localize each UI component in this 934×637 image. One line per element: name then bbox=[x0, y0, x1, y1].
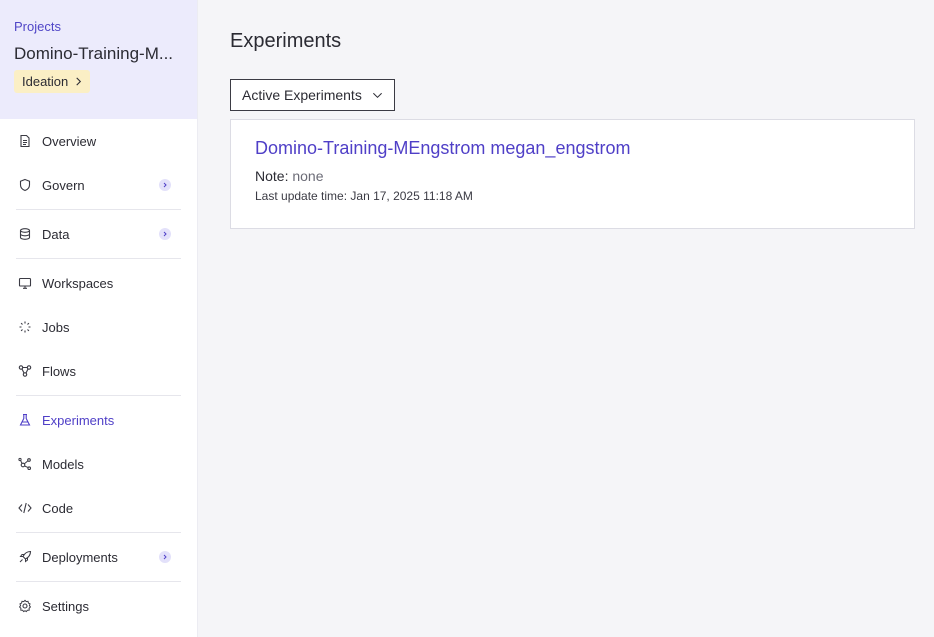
page-title: Experiments bbox=[230, 30, 342, 52]
sidebar-item-label: Models bbox=[42, 456, 84, 472]
nav-divider bbox=[16, 581, 181, 582]
sidebar-item-label: Jobs bbox=[42, 319, 70, 335]
chevron-right-icon bbox=[76, 77, 82, 86]
rocket-icon bbox=[18, 550, 32, 564]
sidebar-item-deployments[interactable]: Deployments bbox=[0, 535, 197, 579]
sidebar: Projects Domino-Training-M... Ideation O… bbox=[0, 0, 198, 637]
chevron-down-icon bbox=[372, 92, 382, 98]
model-icon bbox=[18, 457, 32, 471]
sidebar-item-jobs[interactable]: Jobs bbox=[0, 305, 197, 349]
note-label: Note: bbox=[255, 168, 289, 184]
project-header: Projects Domino-Training-M... Ideation bbox=[0, 0, 197, 119]
expand-chevron-icon[interactable] bbox=[159, 551, 171, 563]
sidebar-item-govern[interactable]: Govern bbox=[0, 163, 197, 207]
experiment-filter-dropdown[interactable]: Active Experiments bbox=[230, 79, 395, 111]
expand-chevron-icon[interactable] bbox=[159, 228, 171, 240]
experiment-note: Note: none bbox=[255, 168, 890, 184]
sidebar-item-label: Flows bbox=[42, 363, 76, 379]
shield-icon bbox=[18, 178, 32, 192]
code-icon bbox=[18, 501, 32, 515]
app-window: Projects Domino-Training-M... Ideation O… bbox=[0, 0, 934, 637]
filter-selected-value: Active Experiments bbox=[242, 87, 362, 103]
sidebar-item-label: Govern bbox=[42, 177, 85, 193]
sidebar-item-settings[interactable]: Settings bbox=[0, 584, 197, 628]
sidebar-item-data[interactable]: Data bbox=[0, 212, 197, 256]
sidebar-item-code[interactable]: Code bbox=[0, 486, 197, 530]
sidebar-nav: Overview Govern Data Workspaces Jobs Flo… bbox=[0, 119, 197, 628]
main-content: Experiments Active Experiments Domino-Tr… bbox=[198, 0, 934, 637]
database-icon bbox=[18, 227, 32, 241]
sidebar-item-flows[interactable]: Flows bbox=[0, 349, 197, 393]
gear-icon bbox=[18, 599, 32, 613]
projects-link[interactable]: Projects bbox=[14, 19, 183, 34]
last-update-time: Last update time: Jan 17, 2025 11:18 AM bbox=[255, 189, 473, 203]
sidebar-item-label: Code bbox=[42, 500, 74, 516]
document-icon bbox=[18, 134, 32, 148]
sidebar-item-label: Experiments bbox=[42, 412, 115, 428]
nav-divider bbox=[16, 395, 181, 396]
sidebar-item-overview[interactable]: Overview bbox=[0, 119, 197, 163]
experiment-title-link[interactable]: Domino-Training-MEngstrom megan_engstrom bbox=[255, 138, 890, 159]
stage-badge[interactable]: Ideation bbox=[14, 70, 91, 93]
nav-divider bbox=[16, 258, 181, 259]
stage-label: Ideation bbox=[22, 74, 69, 89]
sidebar-item-experiments[interactable]: Experiments bbox=[0, 398, 197, 442]
sidebar-item-label: Deployments bbox=[42, 549, 118, 565]
flask-icon bbox=[18, 413, 32, 427]
sidebar-item-workspaces[interactable]: Workspaces bbox=[0, 261, 197, 305]
sidebar-item-models[interactable]: Models bbox=[0, 442, 197, 486]
monitor-icon bbox=[18, 276, 32, 290]
nav-divider bbox=[16, 532, 181, 533]
project-name: Domino-Training-M... bbox=[14, 44, 174, 63]
experiment-card: Domino-Training-MEngstrom megan_engstrom… bbox=[230, 119, 915, 229]
flow-icon bbox=[18, 364, 32, 378]
note-value: none bbox=[292, 168, 324, 184]
sidebar-item-label: Settings bbox=[42, 598, 89, 614]
spinner-icon bbox=[18, 320, 32, 334]
nav-divider bbox=[16, 209, 181, 210]
sidebar-item-label: Data bbox=[42, 226, 70, 242]
expand-chevron-icon[interactable] bbox=[159, 179, 171, 191]
sidebar-item-label: Workspaces bbox=[42, 275, 114, 291]
sidebar-item-label: Overview bbox=[42, 133, 97, 149]
